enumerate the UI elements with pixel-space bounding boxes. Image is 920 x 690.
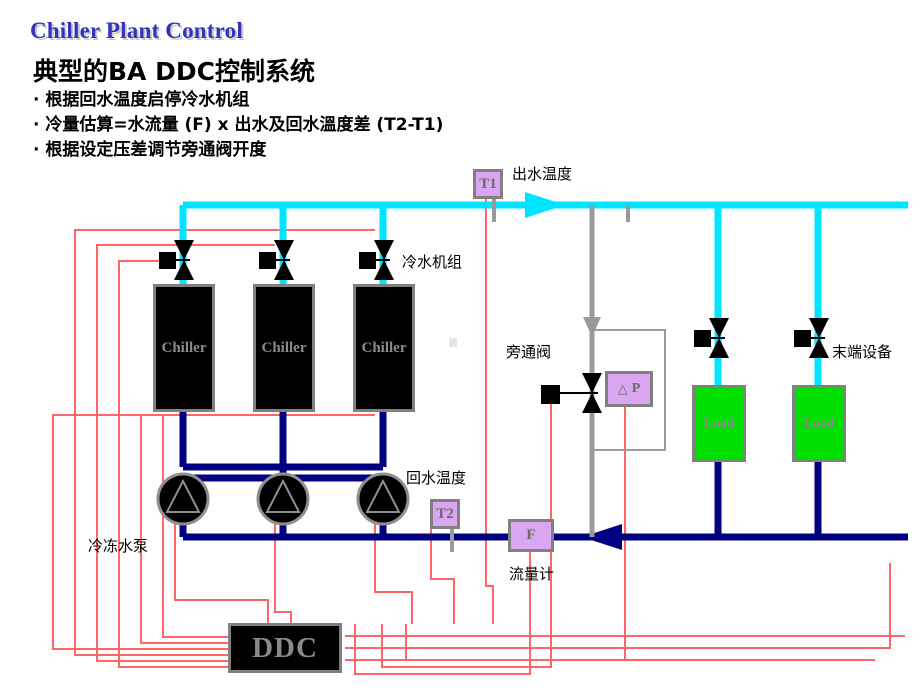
dp-transmitter-label: P <box>631 381 641 396</box>
load-valve-1[interactable] <box>694 318 729 358</box>
piping-schematic <box>52 192 908 675</box>
chilled-water-pump-3[interactable] <box>356 472 410 526</box>
pump-group-label: 冷冻水泵 <box>88 537 149 555</box>
supply-temp-sensor-t1-label: T1 <box>479 175 497 192</box>
flow-meter-f[interactable]: F <box>508 519 554 552</box>
ddc-controller[interactable]: DDC <box>228 623 342 673</box>
chiller-unit-2[interactable]: Chiller <box>253 284 315 412</box>
supply-temp-sensor-t1[interactable]: T1 <box>473 169 503 199</box>
terminal-load-1[interactable]: Load <box>692 385 746 462</box>
chiller-group-label: 冷水机组 <box>402 253 463 271</box>
terminal-load-2-label: Load <box>803 415 835 431</box>
supply-flow-arrow <box>525 192 565 218</box>
ddc-controller-label: DDC <box>252 631 318 664</box>
supply-temp-label: 出水温度 <box>512 165 573 183</box>
terminal-load-1-label: Load <box>703 415 735 431</box>
return-temp-label: 回水温度 <box>406 469 467 487</box>
flow-meter-label: 流量计 <box>509 565 555 583</box>
return-temp-sensor-t2-label: T2 <box>436 505 454 522</box>
delta-icon: △ <box>617 381 628 396</box>
bypass-valve-label: 旁通阀 <box>506 343 552 361</box>
return-flow-arrow <box>582 524 622 550</box>
chiller-unit-3[interactable]: Chiller <box>353 284 415 412</box>
chiller-unit-3-label: Chiller <box>361 339 407 356</box>
chiller-unit-1[interactable]: Chiller <box>153 284 215 412</box>
terminal-load-2[interactable]: Load <box>792 385 846 462</box>
differential-pressure-transmitter[interactable]: △ P <box>605 371 653 407</box>
chilled-water-pump-2[interactable] <box>256 472 310 526</box>
chiller-unit-1-label: Chiller <box>161 339 207 356</box>
render-artifact <box>449 338 457 347</box>
chiller-unit-2-label: Chiller <box>261 339 307 356</box>
chiller-valve-3[interactable] <box>359 240 394 280</box>
bypass-flow-arrow <box>583 317 601 337</box>
chilled-water-pump-1[interactable] <box>156 472 210 526</box>
return-temp-sensor-t2[interactable]: T2 <box>430 499 460 529</box>
flow-meter-f-label: F <box>526 527 536 543</box>
load-valve-2[interactable] <box>794 318 829 358</box>
slide-canvas: Chiller Plant Control 典型的BA DDC控制系统 · 根据… <box>0 0 920 690</box>
terminal-equipment-label: 末端设备 <box>832 343 893 361</box>
